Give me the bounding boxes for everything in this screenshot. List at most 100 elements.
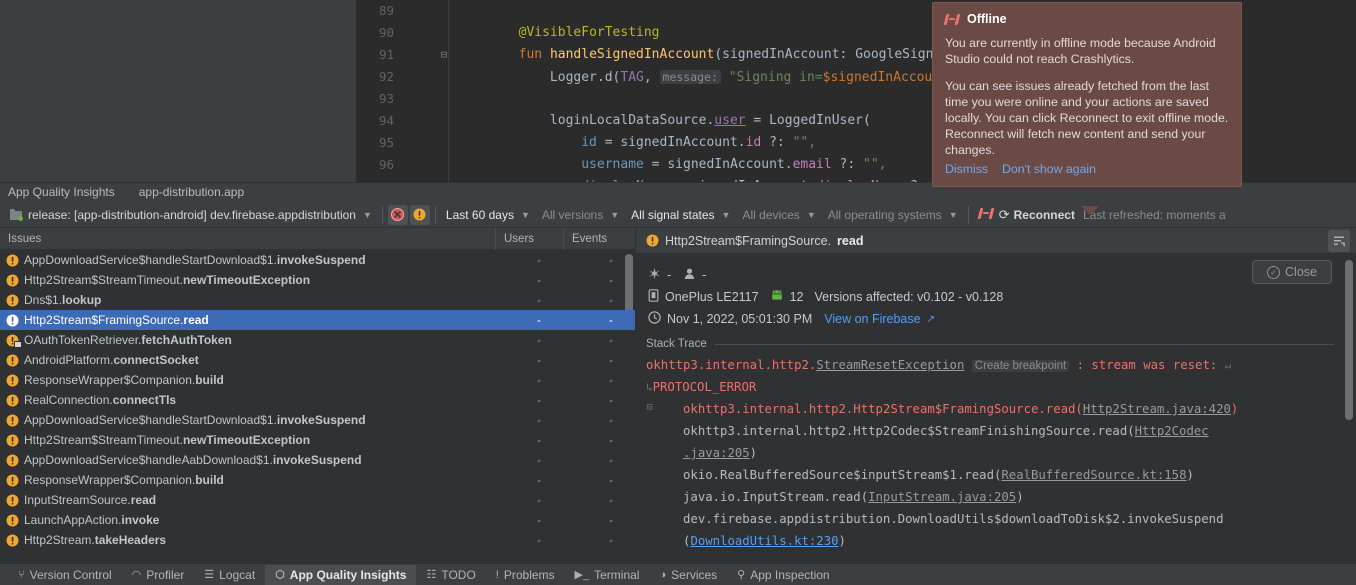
stack-frame[interactable]: java.io.InputStream.read(InputStream.jav…: [646, 486, 1356, 508]
chevron-down-icon: ▼: [363, 210, 372, 220]
column-header-issues[interactable]: Issues: [0, 233, 495, 245]
column-header-events[interactable]: Events: [563, 228, 635, 250]
bottom-tool-bar: ⑂Version Control◠Profiler☰Logcat⬡App Qua…: [0, 563, 1356, 585]
line-number: 91: [356, 44, 394, 66]
stack-frame[interactable]: ⊟ okhttp3.internal.http2.Http2Stream$Fra…: [646, 398, 1356, 420]
frame-tail: ): [750, 446, 757, 460]
exception-class-link[interactable]: StreamResetException: [816, 358, 964, 372]
frame-source-link[interactable]: Http2Codec: [1135, 424, 1209, 438]
events-cell: -: [563, 333, 635, 347]
stack-frame[interactable]: (DownloadUtils.kt:230): [646, 530, 1356, 552]
close-label: Close: [1285, 265, 1317, 279]
statusbar-item-version-control[interactable]: ⑂Version Control: [8, 565, 122, 585]
android-robot-icon: [770, 290, 784, 304]
tab-app-quality-insights[interactable]: App Quality Insights: [8, 183, 129, 202]
reconnect-button[interactable]: ⟳ Reconnect: [999, 207, 1075, 223]
device-label: OnePlus LE2117: [665, 290, 759, 304]
frame-source-link[interactable]: InputStream.java:205: [868, 490, 1016, 504]
warning-icon: [6, 474, 19, 487]
toolbar-divider-3: [968, 206, 969, 224]
statusbar-item-problems[interactable]: !Problems: [486, 565, 565, 585]
stack-fold-icon[interactable]: ⊟: [644, 403, 655, 414]
table-row[interactable]: RealConnection.connectTls--: [0, 390, 635, 410]
variant-selector[interactable]: release: [app-distribution-android] dev.…: [4, 204, 378, 226]
versions-selector[interactable]: All versions ▼: [536, 204, 625, 226]
frame-source-link[interactable]: DownloadUtils.kt:230: [690, 534, 838, 548]
code-token: = signedInAccount.: [644, 157, 793, 172]
variant-label: release: [app-distribution-android] dev.…: [28, 208, 356, 222]
offline-notification-balloon: Offline You are currently in offline mod…: [932, 2, 1242, 187]
issue-name: AppDownloadService$handleStartDownload$1…: [24, 253, 366, 267]
table-row[interactable]: LaunchAppAction.invoke--: [0, 510, 635, 530]
issues-list[interactable]: AppDownloadService$handleStartDownload$1…: [0, 250, 635, 564]
stack-frame[interactable]: ↳PROTOCOL_ERROR: [646, 376, 1356, 398]
table-row[interactable]: Http2Stream$FramingSource.read--: [0, 310, 635, 330]
warning-icon: [646, 234, 659, 247]
dismiss-link[interactable]: Dismiss: [945, 162, 988, 176]
stack-trace-content[interactable]: okhttp3.internal.http2.StreamResetExcept…: [636, 354, 1356, 552]
statusbar-item-services[interactable]: ◑Services: [649, 565, 727, 585]
stack-frame[interactable]: okhttp3.internal.http2.StreamResetExcept…: [646, 354, 1356, 376]
split-layout-icon[interactable]: [1328, 230, 1350, 252]
statusbar-item-logcat[interactable]: ☰Logcat: [194, 565, 265, 585]
app-quality-insights-icon: ⬡: [275, 568, 285, 581]
events-cell: -: [563, 533, 635, 547]
issue-class: Http2Stream$StreamTimeout.: [24, 433, 183, 447]
app-inspection-icon: ⚲: [737, 568, 745, 581]
statusbar-item-app-inspection[interactable]: ⚲ App Inspection: [727, 565, 839, 585]
table-row[interactable]: AppDownloadService$handleStartDownload$1…: [0, 410, 635, 430]
table-row[interactable]: InputStreamSource.read--: [0, 490, 635, 510]
timestamp-label: Nov 1, 2022, 05:01:30 PM: [667, 312, 812, 326]
issues-pane: Issues Users Events AppDownloadService$h…: [0, 228, 636, 564]
table-row[interactable]: OAuthTokenRetriever.fetchAuthToken--: [0, 330, 635, 350]
create-breakpoint-badge[interactable]: Create breakpoint: [972, 360, 1069, 372]
statusbar-item-label: App Inspection: [750, 568, 829, 582]
statusbar-item-todo[interactable]: ☷TODO: [416, 565, 485, 585]
severity-warning-toggle[interactable]: [410, 205, 430, 225]
frame-indent: [646, 468, 683, 482]
branch-icon: ⑂: [18, 569, 25, 581]
devices-selector[interactable]: All devices ▼: [736, 204, 821, 226]
column-header-users[interactable]: Users: [495, 228, 563, 250]
code-text: username = signedInAccount.email ?: "",: [456, 154, 887, 176]
offline-plug-icon: [945, 14, 959, 25]
stack-frame[interactable]: okio.RealBufferedSource$inputStream$1.re…: [646, 464, 1356, 486]
table-row[interactable]: Http2Stream$StreamTimeout.newTimeoutExce…: [0, 430, 635, 450]
table-row[interactable]: Dns$1.lookup--: [0, 290, 635, 310]
signal-states-selector[interactable]: All signal states ▼: [625, 204, 736, 226]
users-cell: -: [495, 293, 563, 307]
close-issue-button[interactable]: ✓ Close: [1252, 260, 1332, 284]
severity-fatal-toggle[interactable]: [388, 205, 408, 225]
events-cell: -: [563, 313, 635, 327]
view-on-firebase-link[interactable]: View on Firebase: [824, 312, 920, 326]
table-row[interactable]: AppDownloadService$handleStartDownload$1…: [0, 250, 635, 270]
code-token: ?:: [761, 135, 792, 150]
events-cell: -: [563, 253, 635, 267]
issue-class: AppDownloadService$handleStartDownload$1…: [24, 253, 277, 267]
time-range-selector[interactable]: Last 60 days ▼: [440, 204, 536, 226]
warning-icon: [6, 254, 19, 267]
frame-source-link[interactable]: Http2Stream.java:420: [1083, 402, 1231, 416]
stack-frame[interactable]: okhttp3.internal.http2.Http2Codec$Stream…: [646, 420, 1356, 442]
code-fold-icon[interactable]: ⊟: [438, 44, 450, 66]
table-row[interactable]: Http2Stream.takeHeaders--: [0, 530, 635, 550]
frame-source-link[interactable]: RealBufferedSource.kt:158: [1001, 468, 1186, 482]
issue-method: newTimeoutException: [183, 273, 310, 287]
table-row[interactable]: ResponseWrapper$Companion.build--: [0, 470, 635, 490]
table-row[interactable]: AndroidPlatform.connectSocket--: [0, 350, 635, 370]
table-row[interactable]: AppDownloadService$handleAabDownload$1.i…: [0, 450, 635, 470]
table-row[interactable]: Http2Stream$StreamTimeout.newTimeoutExce…: [0, 270, 635, 290]
dont-show-again-link[interactable]: Don't show again: [1002, 162, 1096, 176]
stack-frame[interactable]: .java:205): [646, 442, 1356, 464]
operating-systems-selector[interactable]: All operating systems ▼: [822, 204, 964, 226]
users-cell: -: [495, 453, 563, 467]
statusbar-item-app-quality-insights[interactable]: ⬡App Quality Insights: [265, 565, 416, 585]
table-row[interactable]: ResponseWrapper$Companion.build--: [0, 370, 635, 390]
statusbar-item-terminal[interactable]: ▶_Terminal: [565, 565, 650, 585]
statusbar-item-profiler[interactable]: ◠Profiler: [122, 565, 195, 585]
issue-name: InputStreamSource.read: [24, 493, 156, 507]
stack-frame[interactable]: dev.firebase.appdistribution.DownloadUti…: [646, 508, 1356, 530]
frame-source-link[interactable]: .java:205: [683, 446, 750, 460]
events-cell: -: [563, 433, 635, 447]
tab-app-distribution-app[interactable]: app-distribution.app: [129, 183, 258, 202]
